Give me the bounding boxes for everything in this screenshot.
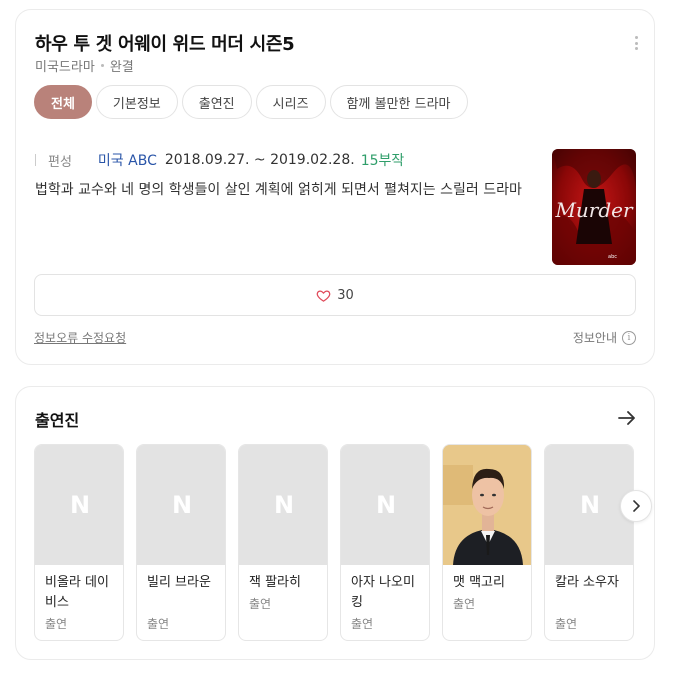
like-button[interactable]: 30 (34, 274, 636, 316)
actor-portrait-image (443, 445, 531, 565)
tab-basic-info[interactable]: 기본정보 (95, 85, 178, 119)
placeholder-n-icon: N (69, 491, 91, 519)
cast-photo-placeholder: N (137, 445, 225, 565)
poster-image[interactable]: Murder abc (552, 149, 636, 265)
network-link[interactable]: 미국 ABC (98, 150, 157, 170)
tab-all[interactable]: 전체 (34, 85, 92, 119)
poster-title-text: Murder (554, 198, 634, 222)
placeholder-n-icon: N (579, 491, 601, 519)
cast-name: 아자 나오미 킹 (351, 575, 415, 610)
placeholder-n-icon: N (375, 491, 397, 519)
cast-item[interactable]: N 빌리 브라운 출연 (136, 444, 226, 641)
cast-role: 출연 (45, 617, 68, 631)
cast-name: 잭 팔라히 (249, 575, 301, 590)
air-dates: 2018.09.27. ~ 2019.02.28. (164, 152, 355, 168)
cast-list: N 비올라 데이비스 출연 N 빌리 브라운 출연 N 잭 팔라히 출연 N 아… (34, 444, 634, 641)
cast-card: 출연진 N 비올라 데이비스 출연 N 빌리 브라운 출연 N 잭 팔라히 출연… (15, 386, 655, 660)
separator-dot (100, 64, 104, 67)
cast-photo (443, 445, 531, 565)
tab-cast[interactable]: 출연진 (181, 85, 252, 119)
info-icon: i (622, 330, 636, 345)
info-guide-label: 정보안내 (572, 331, 617, 345)
cast-name: 빌리 브라운 (147, 575, 211, 590)
cast-photo-placeholder: N (239, 445, 327, 565)
placeholder-n-icon: N (273, 491, 295, 519)
genre-label: 미국드라마 (35, 60, 95, 75)
more-options-icon[interactable] (634, 36, 638, 50)
chevron-right-icon (633, 500, 640, 512)
info-guide-button[interactable]: 정보안내 i (573, 329, 636, 346)
cast-item[interactable]: N 비올라 데이비스 출연 (34, 444, 124, 641)
cast-role: 출연 (351, 617, 374, 631)
episode-count: 15부작 (360, 153, 405, 169)
cast-name: 칼라 소우자 (555, 575, 619, 590)
poster-network-text: abc (608, 254, 617, 260)
cast-role: 출연 (453, 597, 476, 611)
description: 법학과 교수와 네 명의 학생들이 살인 계획에 얽히게 되면서 펼쳐지는 스릴… (35, 182, 522, 198)
broadcast-meta: 편성 미국 ABC 2018.09.27. ~ 2019.02.28. 15부작 (35, 150, 404, 170)
drama-subline: 미국드라마 완결 (35, 56, 134, 75)
status-label: 완결 (109, 60, 134, 75)
cast-section-title: 출연진 (35, 411, 80, 430)
tab-series[interactable]: 시리즈 (255, 85, 326, 119)
cast-role: 출연 (147, 617, 170, 631)
cast-photo-placeholder: N (341, 445, 429, 565)
cast-name: 비올라 데이비스 (45, 575, 109, 610)
cast-item[interactable]: 맷 맥고리 출연 (442, 444, 532, 641)
cast-role: 출연 (555, 617, 578, 631)
tab-bar: 전체 기본정보 출연진 시리즈 함께 볼만한 드라마 (34, 85, 468, 119)
cast-role: 출연 (249, 597, 272, 611)
page-title: 하우 투 겟 어웨이 위드 머더 시즌5 (35, 34, 295, 55)
cast-photo-placeholder: N (35, 445, 123, 565)
like-count: 30 (337, 287, 354, 303)
next-button[interactable] (620, 490, 652, 522)
meta-divider (35, 154, 36, 166)
arrow-right-icon[interactable] (618, 411, 636, 425)
drama-info-card: 하우 투 겟 어웨이 위드 머더 시즌5 미국드라마 완결 전체 기본정보 출연… (15, 9, 655, 365)
meta-label: 편성 (48, 154, 72, 170)
cast-item[interactable]: N 잭 팔라히 출연 (238, 444, 328, 641)
report-error-link[interactable]: 정보오류 수정요청 (34, 329, 126, 346)
placeholder-n-icon: N (171, 491, 193, 519)
cast-name: 맷 맥고리 (453, 575, 505, 590)
heart-icon (316, 289, 331, 302)
cast-item[interactable]: N 아자 나오미 킹 출연 (340, 444, 430, 641)
tab-recommended-dramas[interactable]: 함께 볼만한 드라마 (329, 85, 468, 119)
cast-item[interactable]: N 칼라 소우자 출연 (544, 444, 634, 641)
